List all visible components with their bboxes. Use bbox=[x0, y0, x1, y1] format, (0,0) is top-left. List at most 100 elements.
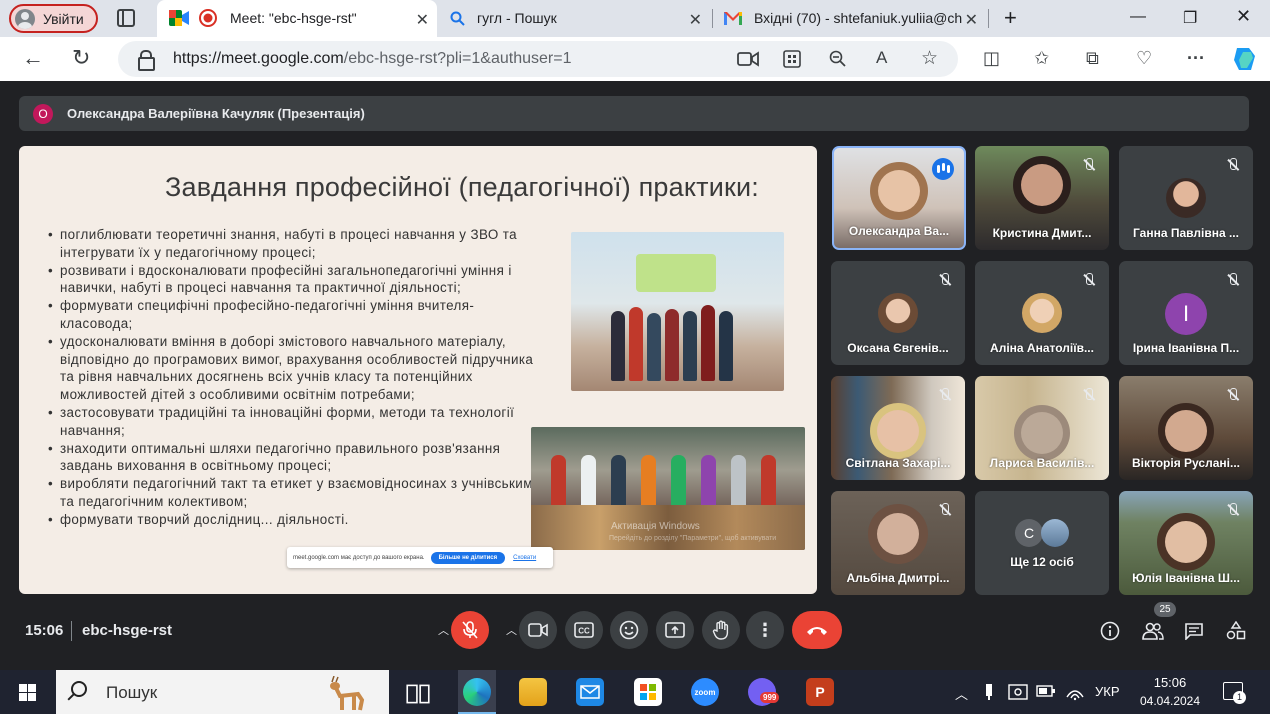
tab-meet[interactable]: Meet: "ebc-hsge-rst" ✕ bbox=[157, 0, 437, 37]
taskbar-clock-time[interactable]: 15:06 bbox=[1145, 675, 1195, 690]
taskbar-clock-date[interactable]: 04.04.2024 bbox=[1138, 694, 1202, 708]
refresh-icon[interactable]: ↻ bbox=[72, 47, 90, 69]
search-highlight-deer-icon bbox=[330, 676, 365, 711]
reactions-button[interactable] bbox=[610, 611, 648, 649]
read-aloud-icon[interactable]: A bbox=[876, 48, 887, 68]
new-tab-icon[interactable]: + bbox=[1004, 5, 1017, 31]
photo-figure bbox=[629, 307, 643, 381]
participant-tile[interactable]: Олександра Ва... bbox=[832, 146, 966, 250]
microphone-toggle-button[interactable] bbox=[451, 611, 489, 649]
browser-essentials-icon[interactable]: ♡ bbox=[1136, 48, 1152, 68]
split-screen-icon[interactable]: ◫ bbox=[983, 48, 1000, 68]
envelope-icon bbox=[580, 685, 600, 699]
restore-icon[interactable]: ❐ bbox=[1183, 8, 1197, 28]
participant-video bbox=[877, 513, 919, 555]
favorites-icon[interactable]: ✩ bbox=[1034, 48, 1049, 68]
language-indicator[interactable]: УКР bbox=[1095, 684, 1120, 699]
close-tab-icon[interactable]: ✕ bbox=[689, 10, 702, 30]
raise-hand-button[interactable] bbox=[702, 611, 740, 649]
hang-up-icon bbox=[807, 627, 827, 635]
screen-share-notice: meet.google.com має доступ до вашого екр… bbox=[287, 547, 553, 568]
people-icon[interactable] bbox=[1142, 622, 1164, 640]
minimize-icon[interactable]: — bbox=[1130, 8, 1146, 26]
video-options-chevron-icon[interactable]: ︿ bbox=[506, 622, 517, 638]
store-icon bbox=[640, 684, 656, 700]
tab-title: Meet: "ebc-hsge-rst" bbox=[230, 10, 357, 26]
participant-avatar bbox=[1166, 178, 1206, 218]
edge-app-icon[interactable] bbox=[463, 678, 491, 706]
taskbar-search-placeholder: Пошук bbox=[106, 683, 158, 702]
windows-start-icon[interactable] bbox=[19, 684, 36, 701]
profile-button[interactable]: Увійти bbox=[9, 4, 98, 33]
hide-notice-link[interactable]: Сховати bbox=[513, 555, 536, 561]
stop-sharing-button[interactable]: Більше не ділитися bbox=[430, 551, 506, 564]
copilot-icon[interactable] bbox=[1231, 46, 1259, 72]
tab-gmail[interactable]: Вхідні (70) - shtefaniuk.yuliia@ch ✕ bbox=[714, 0, 986, 37]
tray-chevron-icon[interactable]: ︿ bbox=[955, 684, 968, 703]
tab-actions-icon[interactable] bbox=[117, 9, 135, 27]
zoom-out-icon[interactable] bbox=[829, 50, 847, 68]
participant-tile[interactable]: Юлія Іванівна Ш... bbox=[1119, 491, 1253, 595]
task-view-icon[interactable] bbox=[404, 680, 432, 708]
notification-count: 1 bbox=[1233, 691, 1246, 704]
slide-bullet: формувати специфічні професійно-педагогі… bbox=[48, 297, 538, 333]
url-host: https://meet.google.com bbox=[173, 50, 344, 67]
slide-bullet: застосовувати традиційні та інноваційні … bbox=[48, 404, 538, 440]
address-bar[interactable]: https://meet.google.com/ebc-hsge-rst?pli… bbox=[118, 41, 958, 77]
participant-tile[interactable]: Лариса Василів... bbox=[975, 376, 1109, 480]
participant-name: Вікторія Руслані... bbox=[1132, 456, 1240, 470]
store-app-icon[interactable] bbox=[634, 678, 662, 706]
windows-activation-watermark: Активація Windows bbox=[611, 521, 700, 532]
share-notice-text: meet.google.com має доступ до вашого екр… bbox=[293, 554, 425, 561]
usb-device-icon[interactable] bbox=[983, 683, 995, 701]
mic-off-icon bbox=[1224, 386, 1242, 404]
notification-center-icon[interactable]: 1 bbox=[1223, 682, 1246, 704]
more-options-button[interactable]: ⋮ bbox=[746, 611, 784, 649]
captions-button[interactable]: CC bbox=[565, 611, 603, 649]
mail-app-icon[interactable] bbox=[576, 678, 604, 706]
presenter-label: Олександра Валеріївна Качуляк (Презентац… bbox=[67, 106, 365, 121]
close-tab-icon[interactable]: ✕ bbox=[416, 10, 429, 30]
search-favicon-icon bbox=[450, 11, 465, 26]
collections-icon[interactable]: ⧉ bbox=[1086, 48, 1099, 68]
security-icon[interactable] bbox=[1008, 683, 1028, 701]
battery-icon[interactable] bbox=[1036, 684, 1056, 698]
chat-icon[interactable] bbox=[1184, 622, 1204, 640]
participant-name: Ірина Іванівна П... bbox=[1132, 341, 1240, 355]
file-explorer-icon[interactable] bbox=[519, 678, 547, 706]
leave-call-button[interactable] bbox=[792, 611, 842, 649]
participant-tile[interactable]: Вікторія Руслані... bbox=[1119, 376, 1253, 480]
mic-off-icon bbox=[1224, 271, 1242, 289]
meeting-details-icon[interactable] bbox=[1100, 621, 1120, 641]
activities-icon[interactable] bbox=[1226, 621, 1246, 641]
close-tab-icon[interactable]: ✕ bbox=[965, 10, 978, 30]
favorite-star-icon[interactable]: ☆ bbox=[921, 47, 938, 70]
viber-app-icon[interactable]: 999 bbox=[748, 678, 780, 706]
present-screen-button[interactable] bbox=[656, 611, 694, 649]
audio-options-chevron-icon[interactable]: ︿ bbox=[438, 622, 449, 638]
participant-tile[interactable]: Аліна Анатоліїв... bbox=[975, 261, 1109, 365]
participant-tile[interactable]: Світлана Захарі... bbox=[831, 376, 965, 480]
back-icon[interactable]: ← bbox=[22, 47, 44, 69]
tab-search[interactable]: гугл - Пошук ✕ bbox=[440, 0, 710, 37]
powerpoint-app-icon[interactable]: P bbox=[806, 678, 834, 706]
photo-figure bbox=[719, 311, 733, 381]
more-participants-tile[interactable]: С Ще 12 осіб bbox=[975, 491, 1109, 595]
camera-permission-icon[interactable] bbox=[737, 51, 759, 67]
mic-off-icon bbox=[462, 621, 478, 639]
participant-tile[interactable]: Ганна Павлівна ... bbox=[1119, 146, 1253, 250]
app-install-icon[interactable] bbox=[783, 50, 801, 68]
control-divider bbox=[71, 621, 72, 641]
slide-bullet: удосконалювати вміння в доборі змістовог… bbox=[48, 333, 538, 404]
camera-toggle-button[interactable] bbox=[519, 611, 557, 649]
participant-tile[interactable]: Кристина Дмит... bbox=[975, 146, 1109, 250]
participant-tile[interactable]: Оксана Євгенів... bbox=[831, 261, 965, 365]
close-window-icon[interactable]: ✕ bbox=[1236, 6, 1251, 27]
settings-more-icon[interactable]: ··· bbox=[1187, 48, 1205, 68]
taskbar-search-box[interactable]: Пошук bbox=[56, 670, 389, 714]
wifi-icon[interactable] bbox=[1065, 683, 1085, 701]
participant-name: Світлана Захарі... bbox=[845, 456, 951, 470]
zoom-app-icon[interactable]: zoom bbox=[691, 678, 719, 706]
participant-tile[interactable]: І Ірина Іванівна П... bbox=[1119, 261, 1253, 365]
participant-tile[interactable]: Альбіна Дмитрі... bbox=[831, 491, 965, 595]
